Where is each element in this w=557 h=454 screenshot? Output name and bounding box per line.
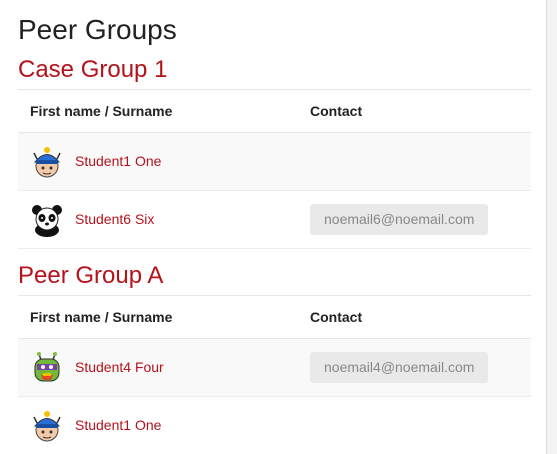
column-header-contact: Contact bbox=[310, 103, 363, 119]
table-header: First name / Surname Contact bbox=[18, 90, 531, 133]
column-header-name: First name / Surname bbox=[30, 309, 173, 325]
peer-groups-panel: Peer Groups Case Group 1 First name / Su… bbox=[0, 0, 547, 454]
page-title: Peer Groups bbox=[18, 14, 177, 45]
knight-avatar-icon[interactable] bbox=[30, 409, 64, 443]
panda-avatar-icon[interactable] bbox=[30, 203, 64, 237]
knight-avatar-icon[interactable] bbox=[30, 145, 64, 179]
table-row: Student1 One bbox=[18, 133, 531, 191]
group-members-table: First name / Surname Contact Student4 Fo… bbox=[18, 295, 531, 454]
column-header-contact: Contact bbox=[310, 309, 363, 325]
column-header-name: First name / Surname bbox=[30, 103, 173, 119]
table-row: Student6 Six noemail6@noemail.com bbox=[18, 191, 531, 249]
student-name-link[interactable]: Student6 Six bbox=[75, 211, 154, 227]
student-name-link[interactable]: Student4 Four bbox=[75, 359, 164, 375]
table-header: First name / Surname Contact bbox=[18, 296, 531, 339]
table-row: Student4 Four noemail4@noemail.com bbox=[18, 339, 531, 397]
group-members-table: First name / Surname Contact Student1 On… bbox=[18, 89, 531, 249]
email-contact-button[interactable]: noemail4@noemail.com bbox=[310, 352, 489, 383]
monster-avatar-icon[interactable] bbox=[30, 351, 64, 385]
student-name-link[interactable]: Student1 One bbox=[75, 417, 161, 433]
group-title-case-group-1: Case Group 1 bbox=[18, 56, 168, 83]
table-row: Student1 One bbox=[18, 397, 531, 454]
student-name-link[interactable]: Student1 One bbox=[75, 153, 161, 169]
email-contact-button[interactable]: noemail6@noemail.com bbox=[310, 204, 489, 235]
group-title-peer-group-a: Peer Group A bbox=[18, 262, 164, 289]
